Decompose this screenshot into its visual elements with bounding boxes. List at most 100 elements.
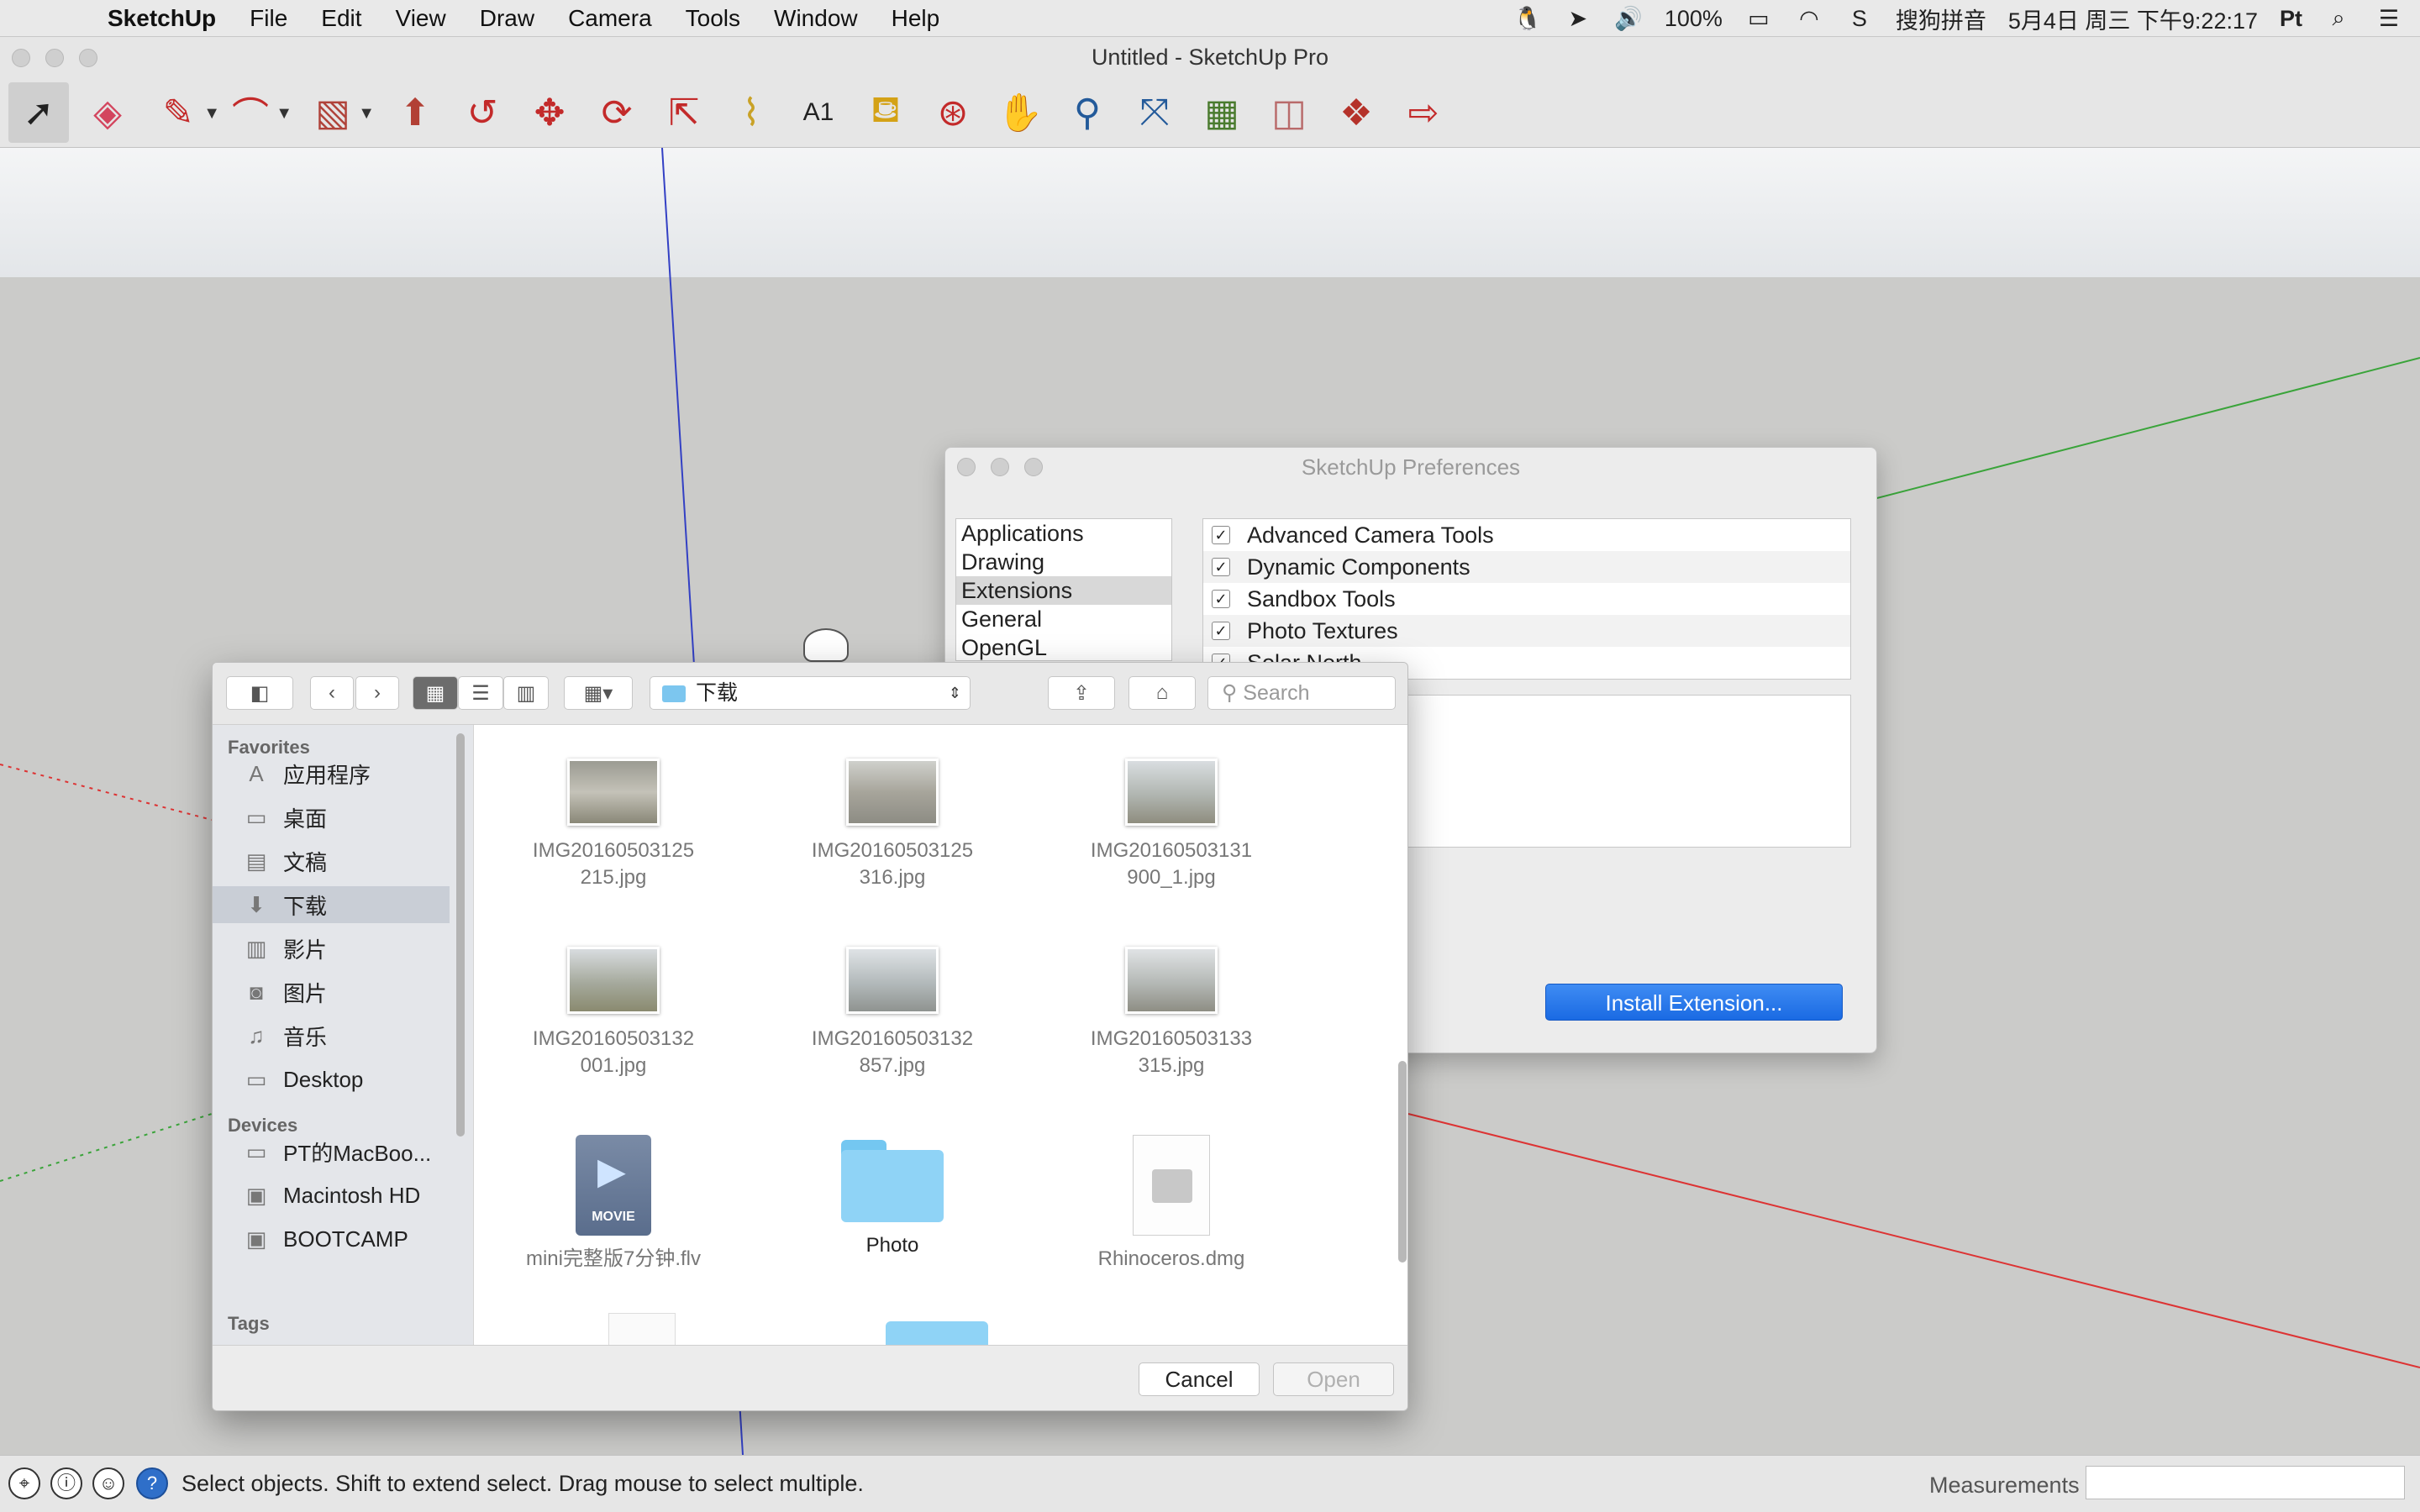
select-tool-icon[interactable]: ➚ xyxy=(8,82,69,143)
sidebar-item-pictures[interactable]: ◙ 图片 xyxy=(213,974,450,1011)
extension-warehouse-icon[interactable]: ⇨ xyxy=(1393,82,1454,143)
battery-icon[interactable]: ▭ xyxy=(1744,6,1773,32)
category-applications[interactable]: Applications xyxy=(956,519,1171,548)
notification-center-icon[interactable]: ☰ xyxy=(2375,6,2403,32)
preferences-minimize-button[interactable] xyxy=(991,458,1009,476)
arrange-menu-icon[interactable]: ▦▾ xyxy=(564,676,633,710)
back-chevron-icon[interactable]: ‹ xyxy=(310,676,354,710)
arc-tool-icon[interactable]: ⌒ ▼ xyxy=(220,82,292,143)
menu-tools[interactable]: Tools xyxy=(669,5,757,32)
list-view-icon[interactable]: ☰ xyxy=(458,676,503,710)
sidebar-item-documents[interactable]: ▤ 文稿 xyxy=(213,843,450,879)
pencil-dropdown-icon[interactable]: ▼ xyxy=(203,104,220,123)
open-button[interactable]: Open xyxy=(1273,1362,1394,1396)
window-close-button[interactable] xyxy=(12,49,30,67)
location-popup[interactable]: 下载 ⇕ xyxy=(650,676,971,710)
sidebar-item-applications[interactable]: A 应用程序 xyxy=(213,755,450,792)
scale-tool-icon[interactable]: ⇱ xyxy=(654,82,714,143)
user-menu[interactable]: Pt xyxy=(2280,6,2302,32)
menu-view[interactable]: View xyxy=(379,5,463,32)
window-zoom-button[interactable] xyxy=(79,49,97,67)
qq-icon[interactable]: 🐧 xyxy=(1513,5,1542,32)
sidebar-item-downloads[interactable]: ⬇ 下载 xyxy=(213,886,450,923)
category-opengl[interactable]: OpenGL xyxy=(956,633,1171,660)
file-item[interactable]: IMG20160503132 857.jpg xyxy=(783,947,1002,1079)
icon-view-icon[interactable]: ▦ xyxy=(413,676,458,710)
move-tool-icon[interactable]: ✥ xyxy=(519,82,580,143)
extension-checkbox[interactable]: ✓ xyxy=(1212,622,1230,640)
file-item[interactable]: IMG20160503125 215.jpg xyxy=(504,759,723,891)
forward-chevron-icon[interactable]: › xyxy=(355,676,399,710)
push-pull-tool-icon[interactable]: ⬆ xyxy=(385,82,445,143)
user-account-icon[interactable]: ☺ xyxy=(92,1467,124,1499)
cancel-button[interactable]: Cancel xyxy=(1139,1362,1260,1396)
preferences-zoom-button[interactable] xyxy=(1024,458,1043,476)
pan-tool-icon[interactable]: ✋ xyxy=(990,82,1050,143)
credits-icon[interactable]: ⓘ xyxy=(50,1467,82,1499)
figure-model-icon[interactable] xyxy=(803,628,849,662)
sidebar-item-bootcamp[interactable]: ▣ BOOTCAMP xyxy=(213,1221,450,1257)
battery-percent[interactable]: 100% xyxy=(1665,6,1723,32)
sidebar-scrollbar[interactable] xyxy=(456,733,465,1137)
tape-measure-tool-icon[interactable]: ⌇ xyxy=(721,82,781,143)
spotlight-search-icon[interactable]: ⌕ xyxy=(2324,5,2353,32)
sidebar-item-macbook[interactable]: ▭ PT的MacBoo... xyxy=(213,1133,450,1170)
volume-icon[interactable]: 🔊 xyxy=(1614,5,1643,32)
extension-row[interactable]: ✓ Photo Textures xyxy=(1203,615,1850,647)
share-icon[interactable]: ⇪ xyxy=(1048,676,1115,710)
menu-edit[interactable]: Edit xyxy=(304,5,378,32)
menu-camera[interactable]: Camera xyxy=(551,5,669,32)
cursor-icon[interactable]: ➤ xyxy=(1564,6,1592,32)
menu-window[interactable]: Window xyxy=(757,5,875,32)
arc-dropdown-icon[interactable]: ▼ xyxy=(276,104,292,123)
file-grid-scrollbar[interactable] xyxy=(1398,1061,1407,1263)
window-minimize-button[interactable] xyxy=(45,49,64,67)
3d-warehouse-icon[interactable]: ❖ xyxy=(1326,82,1386,143)
menu-file[interactable]: File xyxy=(233,5,304,32)
rotate-tool-icon[interactable]: ⟳ xyxy=(587,82,647,143)
eraser-tool-icon[interactable]: ◈ xyxy=(77,82,138,143)
sidebar-item-desktop[interactable]: ▭ Desktop xyxy=(213,1061,450,1098)
geo-location-icon[interactable]: ⌖ xyxy=(8,1467,40,1499)
folder-item[interactable]: Photo xyxy=(783,1135,1002,1259)
file-item[interactable]: IMG20160503125 316.jpg xyxy=(783,759,1002,891)
install-extension-button[interactable]: Install Extension... xyxy=(1545,984,1843,1021)
file-item[interactable]: IMG20160503131 900_1.jpg xyxy=(1062,759,1281,891)
get-models-icon[interactable]: ▦ xyxy=(1192,82,1252,143)
extension-checkbox[interactable]: ✓ xyxy=(1212,590,1230,608)
extension-row[interactable]: ✓ Dynamic Components xyxy=(1203,551,1850,583)
zoom-tool-icon[interactable]: ⚲ xyxy=(1057,82,1118,143)
clock[interactable]: 5月4日 周三 下午9:22:17 xyxy=(2008,3,2258,35)
file-item[interactable]: ▶ MOVIE mini完整版7分钟.flv xyxy=(504,1135,723,1273)
follow-me-tool-icon[interactable]: ↺ xyxy=(452,82,513,143)
category-general[interactable]: General xyxy=(956,605,1171,633)
orbit-tool-icon[interactable]: ⊛ xyxy=(923,82,983,143)
zoom-extents-tool-icon[interactable]: ⤧ xyxy=(1124,82,1185,143)
rectangle-tool-icon[interactable]: ▧ ▼ xyxy=(302,82,375,143)
pencil-tool-icon[interactable]: ✎ ▼ xyxy=(148,82,220,143)
wifi-icon[interactable]: ◠ xyxy=(1795,6,1823,32)
extension-row[interactable]: ✓ Advanced Camera Tools xyxy=(1203,519,1850,551)
paint-bucket-tool-icon[interactable]: ⛾ xyxy=(855,82,916,143)
menu-help[interactable]: Help xyxy=(875,5,957,32)
measurements-input[interactable] xyxy=(2086,1466,2405,1499)
sidebar-item-music[interactable]: ♫ 音乐 xyxy=(213,1017,450,1054)
sidebar-item-desktop-cn[interactable]: ▭ 桌面 xyxy=(213,799,450,836)
photo-textures-icon[interactable]: ◫ xyxy=(1259,82,1319,143)
extension-checkbox[interactable]: ✓ xyxy=(1212,526,1230,544)
input-method-icon[interactable]: S xyxy=(1845,6,1874,32)
help-icon[interactable]: ? xyxy=(136,1467,168,1499)
sidebar-item-movies[interactable]: ▥ 影片 xyxy=(213,930,450,967)
file-item[interactable]: IMG20160503132 001.jpg xyxy=(504,947,723,1079)
sidebar-toggle-icon[interactable]: ◧ xyxy=(226,676,293,710)
text-tool-icon[interactable]: A1 xyxy=(788,82,849,143)
tag-icon[interactable]: ⌂ xyxy=(1128,676,1196,710)
search-field[interactable]: ⚲ Search xyxy=(1207,676,1396,710)
extension-checkbox[interactable]: ✓ xyxy=(1212,558,1230,576)
rectangle-dropdown-icon[interactable]: ▼ xyxy=(358,104,375,123)
preferences-close-button[interactable] xyxy=(957,458,976,476)
category-drawing[interactable]: Drawing xyxy=(956,548,1171,576)
file-item[interactable]: IMG20160503133 315.jpg xyxy=(1062,947,1281,1079)
extension-row[interactable]: ✓ Sandbox Tools xyxy=(1203,583,1850,615)
column-view-icon[interactable]: ▥ xyxy=(503,676,549,710)
